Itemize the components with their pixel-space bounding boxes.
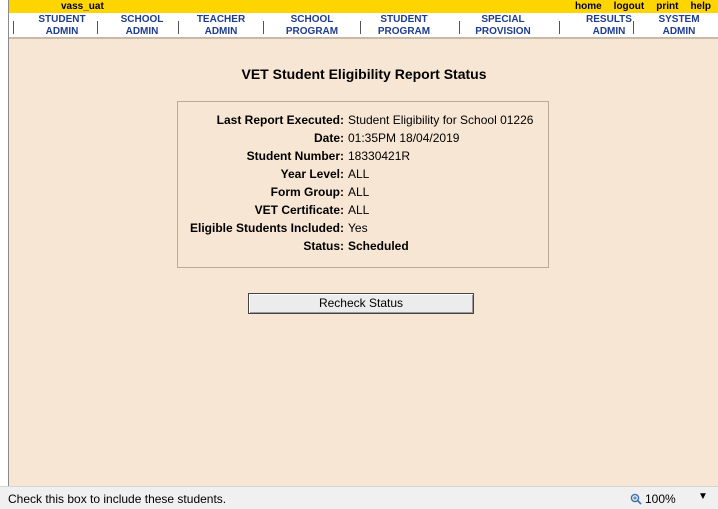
recheck-status-button[interactable]: Recheck Status	[248, 293, 474, 314]
nav-label-line1: SYSTEM	[658, 14, 700, 25]
nav-label-line1: STUDENT	[38, 14, 86, 25]
nav-student-admin[interactable]: STUDENT ADMIN	[22, 14, 102, 38]
field-label: Form Group:	[270, 185, 344, 199]
field-label: Year Level:	[280, 167, 344, 181]
field-label: VET Certificate:	[254, 203, 344, 217]
nav-label-line2: ADMIN	[125, 26, 159, 37]
report-row-form-group: Form Group: ALL	[178, 185, 550, 203]
nav-divider	[97, 21, 98, 34]
field-label: Eligible Students Included:	[189, 221, 344, 235]
help-link[interactable]: help	[690, 1, 711, 12]
nav-label-line1: RESULTS	[586, 14, 632, 25]
field-value: ALL	[348, 167, 370, 181]
report-row-last-executed: Last Report Executed: Student Eligibilit…	[178, 113, 550, 131]
field-label: Date:	[313, 131, 344, 145]
nav-results-admin[interactable]: RESULTS ADMIN	[569, 14, 649, 38]
browser-status-bar: Check this box to include these students…	[0, 486, 718, 509]
nav-school-program[interactable]: SCHOOL PROGRAM	[272, 14, 352, 38]
status-value: Scheduled	[348, 239, 409, 253]
top-links: home logout print help	[575, 1, 711, 12]
top-bar: vass_uat home logout print help	[9, 0, 718, 13]
zoom-level: 100%	[645, 492, 676, 506]
nav-system-admin[interactable]: SYSTEM ADMIN	[639, 14, 718, 38]
field-value: 01:35PM 18/04/2019	[348, 131, 460, 145]
nav-special-provision[interactable]: SPECIAL PROVISION	[463, 14, 543, 38]
nav-divider	[263, 21, 264, 34]
nav-divider	[360, 21, 361, 34]
report-status-panel: Last Report Executed: Student Eligibilit…	[177, 101, 549, 268]
page-title: VET Student Eligibility Report Status	[241, 66, 487, 82]
username: vass_uat	[61, 1, 104, 12]
print-link[interactable]: print	[656, 1, 678, 12]
app-frame: vass_uat home logout print help STUDENT …	[8, 0, 718, 486]
logout-link[interactable]: logout	[614, 1, 645, 12]
home-link[interactable]: home	[575, 1, 602, 12]
report-row-status: Status: Scheduled	[178, 239, 550, 257]
nav-label-line1: SPECIAL	[481, 14, 525, 25]
report-row-student-number: Student Number: 18330421R	[178, 149, 550, 167]
nav-divider	[13, 21, 14, 34]
zoom-control[interactable]: 100%	[630, 492, 676, 506]
nav-divider	[633, 21, 634, 34]
field-label: Status:	[303, 239, 344, 253]
nav-label-line2: ADMIN	[592, 26, 626, 37]
nav-teacher-admin[interactable]: TEACHER ADMIN	[181, 14, 261, 38]
nav-label-line2: PROGRAM	[377, 26, 431, 37]
field-label: Last Report Executed:	[216, 113, 344, 127]
nav-divider	[459, 21, 460, 34]
nav-label-line2: ADMIN	[204, 26, 238, 37]
main-nav: STUDENT ADMIN SCHOOL ADMIN TEACHER ADMIN…	[9, 13, 718, 39]
nav-label-line2: ADMIN	[662, 26, 696, 37]
report-row-eligible-students: Eligible Students Included: Yes	[178, 221, 550, 239]
field-value: 18330421R	[348, 149, 411, 163]
nav-divider	[178, 21, 179, 34]
report-row-vet-certificate: VET Certificate: ALL	[178, 203, 550, 221]
chevron-down-icon[interactable]: ▼	[698, 491, 708, 502]
zoom-icon	[630, 493, 642, 505]
field-value: Yes	[348, 221, 368, 235]
field-value: ALL	[348, 203, 370, 217]
nav-label-line2: PROVISION	[475, 26, 531, 37]
nav-divider	[559, 21, 560, 34]
field-value: ALL	[348, 185, 370, 199]
field-label: Student Number:	[246, 149, 344, 163]
nav-label-line2: PROGRAM	[285, 26, 339, 37]
nav-label-line1: SCHOOL	[120, 14, 164, 25]
field-value: Student Eligibility for School 01226	[348, 113, 534, 127]
nav-label-line2: ADMIN	[45, 26, 79, 37]
nav-school-admin[interactable]: SCHOOL ADMIN	[102, 14, 182, 38]
nav-student-program[interactable]: STUDENT PROGRAM	[364, 14, 444, 38]
report-row-year-level: Year Level: ALL	[178, 167, 550, 185]
nav-label-line1: SCHOOL	[290, 14, 334, 25]
nav-label-line1: TEACHER	[196, 14, 246, 25]
status-message: Check this box to include these students…	[8, 492, 227, 506]
report-row-date: Date: 01:35PM 18/04/2019	[178, 131, 550, 149]
nav-label-line1: STUDENT	[380, 14, 428, 25]
